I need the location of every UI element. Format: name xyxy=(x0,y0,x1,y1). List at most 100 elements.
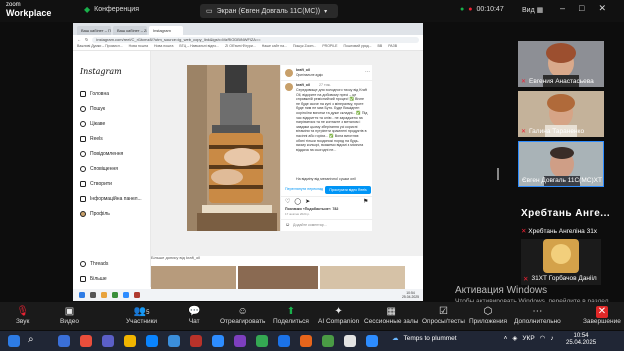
likes-count-text[interactable]: Позначки «Подобається»: 782 xyxy=(285,207,338,212)
bookmark-item[interactable]: Нова пошта xyxy=(154,44,173,50)
dashboard-icon xyxy=(80,196,86,202)
nav-profile[interactable]: Профіль xyxy=(80,211,110,217)
url-field[interactable]: instagram.com/reel/C_ri1tcmz8/?utm_sourc… xyxy=(92,36,419,43)
author-avatar[interactable] xyxy=(285,69,293,77)
post-audio[interactable]: Оригінальне аудіо xyxy=(296,73,323,78)
explorer-icon[interactable] xyxy=(124,335,136,347)
search-icon[interactable] xyxy=(90,292,96,298)
reload-icon[interactable]: ↻ xyxy=(85,37,88,42)
app-icon[interactable] xyxy=(80,335,92,347)
nav-label: Профіль xyxy=(90,211,110,217)
bookmark-item[interactable]: Нова пошта xyxy=(129,44,148,50)
gallery-resize-handle[interactable] xyxy=(497,168,499,180)
weather-text[interactable]: Temps to plummet xyxy=(404,335,457,342)
audio-button[interactable]: 🎙 Звук xyxy=(16,306,29,325)
store-icon[interactable] xyxy=(168,335,180,347)
chat-button[interactable]: 💬 Чат xyxy=(188,306,200,325)
heart-icon[interactable]: ♡ xyxy=(285,198,290,205)
browser-tab[interactable]: Ваш кабінет – Zoom xyxy=(113,26,147,35)
participants-button[interactable]: 👥5 Участники xyxy=(126,306,157,325)
react-button[interactable]: ☺ Отреагировать xyxy=(220,306,265,325)
watch-reel-button[interactable]: Прослухати відео Reels xyxy=(325,186,371,194)
bookmark-item[interactable]: ZI Об'ємні Фігури... xyxy=(225,44,256,50)
copilot-icon[interactable] xyxy=(58,335,70,347)
more-button[interactable]: ⋯ Дополнительно xyxy=(514,306,561,325)
nav-dashboard[interactable]: Інформаційна панел... xyxy=(80,196,142,202)
participant-tile[interactable]: ✕ 31ХТ Горбачов Данііл xyxy=(521,239,601,285)
app-icon[interactable] xyxy=(190,335,202,347)
zoom-icon[interactable] xyxy=(212,335,224,347)
taskbar-clock[interactable]: 10:54 25.04.2025 xyxy=(566,333,596,347)
nav-notifications[interactable]: Сповіщення xyxy=(80,166,118,172)
teams-icon[interactable] xyxy=(102,335,114,347)
breakout-rooms-button[interactable]: ▦ Сессионные залы xyxy=(364,306,418,325)
viber-icon[interactable] xyxy=(234,335,246,347)
view-menu[interactable]: Вид ▦ xyxy=(522,6,543,14)
nav-home[interactable]: Головна xyxy=(80,91,109,97)
comment-input[interactable]: Додайте коментар... xyxy=(293,223,327,228)
more-options-icon[interactable]: ⋯ xyxy=(365,69,370,75)
language-indicator[interactable]: УКР xyxy=(522,335,534,342)
bookmark-item[interactable]: Важливі Думки – Промисл... xyxy=(77,44,123,50)
comment-icon[interactable]: ◯ xyxy=(294,198,301,205)
end-button[interactable]: ✕ Завершение xyxy=(583,306,621,325)
bookmark-icon[interactable]: ⚑ xyxy=(363,198,368,205)
caption-user[interactable]: kraft_oil xyxy=(296,83,310,88)
participant-tile[interactable]: ✕ Евгения Анастасьева xyxy=(518,41,604,87)
edge-icon[interactable] xyxy=(146,335,158,347)
nav-threads[interactable]: Threads xyxy=(80,261,108,267)
nav-reels[interactable]: Reels xyxy=(80,136,103,142)
windows-icon[interactable] xyxy=(79,292,85,298)
instagram-logo[interactable]: Instagram xyxy=(80,67,122,76)
see-translation-link[interactable]: Переглянути переклад xyxy=(285,187,325,192)
nav-search[interactable]: Пошук xyxy=(80,106,105,112)
share-button[interactable]: ⬆ Поделиться xyxy=(273,306,309,325)
ai-companion-button[interactable]: ✦ AI Companion xyxy=(318,306,359,325)
send-icon[interactable]: ➤ xyxy=(305,198,310,205)
bookmark-item[interactable]: ВГЦ – Навчальні відео... xyxy=(179,44,219,50)
reel-video[interactable] xyxy=(187,65,280,231)
participant-tile-active[interactable]: Євген Довгаль 11С(МС)ХТ xyxy=(518,141,604,187)
bookmark-item[interactable]: PROPILE xyxy=(322,44,337,50)
post-username[interactable]: kraft_oil xyxy=(296,68,310,73)
powerpoint-icon[interactable] xyxy=(300,335,312,347)
bookmark-item[interactable]: РАЗВ xyxy=(388,44,397,50)
app-icon[interactable] xyxy=(344,335,356,347)
back-icon[interactable]: ← xyxy=(77,37,81,42)
chrome-icon[interactable] xyxy=(256,335,268,347)
windows-start-icon[interactable] xyxy=(8,335,20,347)
apps-button[interactable]: ⬡ Приложения xyxy=(469,306,507,325)
chevron-up-icon[interactable]: ˄ xyxy=(504,335,508,342)
video-button[interactable]: ▣ Видео xyxy=(60,306,79,325)
zoom-icon[interactable] xyxy=(366,335,378,347)
conference-menu[interactable]: ◆ Конференция xyxy=(84,5,139,14)
explorer-icon[interactable] xyxy=(101,292,107,298)
maximize-icon[interactable]: □ xyxy=(579,3,584,14)
wifi-icon[interactable]: ◠ xyxy=(540,334,546,342)
bookmark-item[interactable]: Наше сайт на... xyxy=(262,44,287,50)
volume-icon[interactable]: ♪ xyxy=(550,335,553,342)
nav-more[interactable]: Більше xyxy=(80,276,107,282)
network-icon[interactable]: ◈ xyxy=(512,334,517,342)
chrome-icon[interactable] xyxy=(322,335,334,347)
zoom-icon[interactable] xyxy=(123,292,129,298)
nav-messages[interactable]: Повідомлення xyxy=(80,151,123,157)
screen-share-pill[interactable]: ▭ Экран (Євген Довгаль 11С(МС)) ▾ xyxy=(200,4,338,18)
bookmark-item[interactable]: Поштовий уряд... xyxy=(344,44,372,50)
browser-tab-active[interactable]: Instagram xyxy=(149,26,183,35)
browser-tab[interactable]: Ваш кабінет – Промислов... xyxy=(77,26,111,35)
participant-tile[interactable]: ✕ Галина Тараненко xyxy=(518,91,604,137)
bookmark-item[interactable]: Пошук Zoom... xyxy=(293,44,316,50)
chrome-icon[interactable] xyxy=(112,292,118,298)
nav-create[interactable]: Створити xyxy=(80,181,112,187)
minimize-icon[interactable]: – xyxy=(560,3,565,14)
app-icon[interactable] xyxy=(134,292,140,298)
search-icon[interactable]: ⌕ xyxy=(28,334,42,348)
close-icon[interactable]: ✕ xyxy=(598,3,606,14)
bookmarks-bar: Важливі Думки – Промисл... Нова пошта Но… xyxy=(73,44,423,51)
word-icon[interactable] xyxy=(278,335,290,347)
bookmark-item[interactable]: ВВ xyxy=(378,44,383,50)
emoji-icon[interactable]: ☺ xyxy=(285,222,290,228)
nav-explore[interactable]: Цікаве xyxy=(80,121,105,127)
polls-button[interactable]: ☑ Опросы/тесты xyxy=(422,306,465,325)
